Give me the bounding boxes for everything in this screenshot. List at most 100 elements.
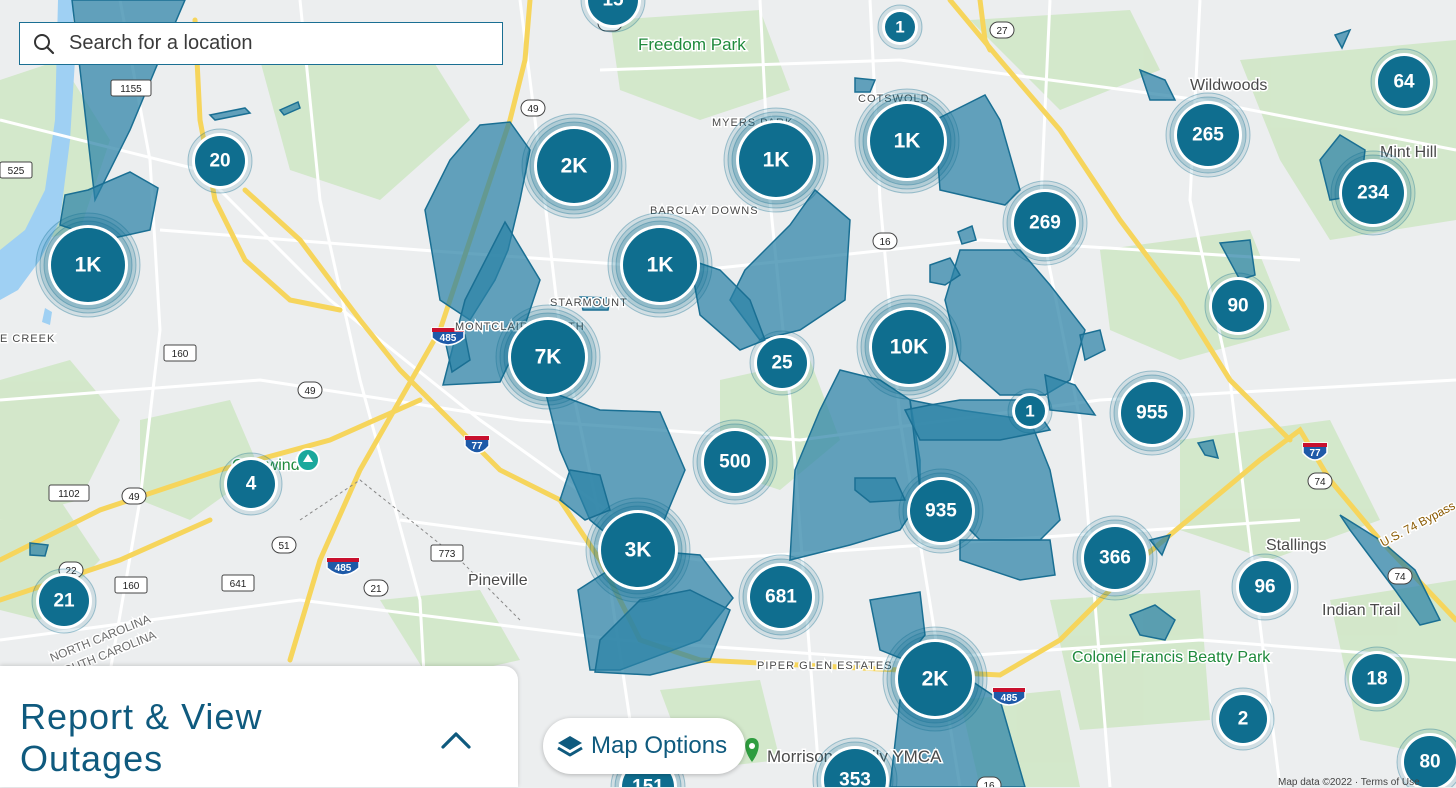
road-shield: 1155: [110, 79, 152, 97]
search-bar[interactable]: [19, 22, 503, 65]
cluster-marker[interactable]: 955: [1109, 370, 1195, 456]
cluster-marker[interactable]: 64: [1370, 48, 1438, 116]
cluster-count: 500: [719, 452, 751, 473]
cluster-count: 1K: [763, 149, 790, 172]
cluster-marker[interactable]: 1: [1007, 388, 1053, 434]
road-shield-number: 49: [527, 104, 539, 115]
cluster-count: 25: [771, 353, 793, 374]
cluster-marker[interactable]: 2K: [521, 113, 627, 219]
cluster-marker[interactable]: 1K: [35, 212, 141, 318]
park-pin-icon: [296, 448, 320, 472]
cluster-marker[interactable]: 1K: [607, 212, 713, 318]
map-options-label: Map Options: [591, 732, 728, 759]
cluster-marker[interactable]: 366: [1072, 515, 1158, 601]
road-shield: 74: [1387, 567, 1413, 585]
cluster-marker[interactable]: 20: [187, 128, 253, 194]
cluster-marker[interactable]: 10K: [856, 294, 962, 400]
road-shield: 49: [297, 381, 323, 399]
road-shield: 49: [520, 99, 546, 117]
cluster-count: 10K: [890, 336, 929, 359]
road-shield-number: 485: [335, 563, 352, 574]
place-label: PIPER GLEN ESTATES: [757, 660, 893, 672]
road-shield: 21: [363, 579, 389, 597]
cluster-marker[interactable]: 1: [877, 4, 923, 50]
road-shield: 74: [1307, 472, 1333, 490]
place-label: Pineville: [468, 572, 528, 589]
place-label: Colonel Francis Beatty Park: [1072, 649, 1271, 666]
road-shield: 51: [271, 536, 297, 554]
cluster-count: 20: [209, 151, 230, 172]
cluster-count: 1K: [647, 254, 674, 277]
cluster-marker[interactable]: 18: [1344, 646, 1410, 712]
road-shield-number: 485: [440, 333, 457, 344]
cluster-marker[interactable]: 1K: [854, 88, 960, 194]
road-shield: 525: [0, 161, 33, 179]
layers-icon: [557, 736, 583, 757]
cluster-count: 7K: [535, 346, 562, 369]
road-shield-number: 49: [304, 386, 316, 397]
chevron-up-icon[interactable]: [440, 728, 472, 750]
cluster-count: 21: [53, 591, 75, 612]
road-shield-number: 1102: [58, 489, 80, 500]
road-shield-number: 77: [471, 441, 483, 452]
cluster-marker[interactable]: 935: [898, 468, 984, 554]
cluster-marker[interactable]: 2: [1211, 687, 1275, 751]
road-shield-number: 21: [370, 584, 382, 595]
road-shield-number: 49: [128, 492, 140, 503]
cluster-marker[interactable]: 96: [1231, 553, 1299, 621]
road-shield: 16: [872, 232, 898, 250]
cluster-count: 80: [1419, 752, 1440, 773]
cluster-marker[interactable]: 681: [738, 554, 824, 640]
cluster-marker[interactable]: 500: [692, 419, 778, 505]
cluster-count: 1: [1025, 402, 1034, 421]
road-shield: 485: [992, 687, 1026, 706]
map-options-button[interactable]: Map Options: [543, 718, 746, 774]
cluster-count: 1K: [75, 254, 102, 277]
cluster-marker[interactable]: 265: [1165, 92, 1251, 178]
cluster-count: 353: [839, 770, 871, 788]
cluster-count: 96: [1254, 577, 1275, 598]
road-shield: 77: [464, 435, 490, 454]
cluster-count: 1: [895, 18, 904, 37]
place-label: Indian Trail: [1322, 602, 1400, 619]
cluster-marker[interactable]: 269: [1002, 180, 1088, 266]
cluster-count: 681: [765, 587, 797, 608]
cluster-count: 64: [1393, 72, 1415, 93]
cluster-count: 15: [602, 0, 624, 11]
cluster-marker[interactable]: 234: [1330, 150, 1416, 236]
cluster-marker[interactable]: 1K: [723, 107, 829, 213]
road-shield-number: 1155: [120, 84, 142, 95]
road-shield: 160: [114, 576, 148, 594]
road-shield-number: 16: [983, 781, 995, 787]
road-shield-number: 160: [123, 581, 140, 592]
cluster-count: 269: [1029, 213, 1061, 234]
cluster-marker[interactable]: 25: [749, 330, 815, 396]
cluster-count: 151: [632, 777, 664, 788]
cluster-marker[interactable]: 3K: [585, 497, 691, 603]
place-label: E CREEK: [0, 333, 55, 345]
road-shield-number: 641: [230, 579, 247, 590]
road-shield-number: 27: [996, 26, 1008, 37]
cluster-count: 935: [925, 501, 957, 522]
road-shield: 773: [430, 544, 464, 562]
road-shield-number: 16: [879, 237, 891, 248]
cluster-marker[interactable]: 7K: [495, 304, 601, 410]
cluster-count: 2K: [922, 668, 949, 691]
road-shield-number: 77: [1309, 448, 1321, 459]
place-label: Freedom Park: [638, 35, 746, 54]
cluster-marker[interactable]: 4: [219, 452, 283, 516]
road-shield-number: 74: [1314, 477, 1326, 488]
search-icon: [34, 33, 55, 54]
road-shield: 16: [976, 776, 1002, 787]
cluster-marker[interactable]: 2K: [882, 626, 988, 732]
road-shield-number: 485: [1001, 693, 1018, 704]
panel-title: Report & View Outages: [20, 696, 263, 779]
cluster-marker[interactable]: 21: [31, 568, 97, 634]
search-input[interactable]: [67, 31, 491, 56]
road-shield-number: 773: [439, 549, 456, 560]
cluster-marker[interactable]: 90: [1204, 272, 1272, 340]
cluster-count: 4: [246, 474, 257, 495]
map-attribution[interactable]: Map data ©2022 · Terms of Use: [1278, 777, 1420, 788]
cluster-count: 234: [1357, 183, 1389, 204]
report-outages-panel[interactable]: Report & View Outages: [0, 666, 518, 787]
